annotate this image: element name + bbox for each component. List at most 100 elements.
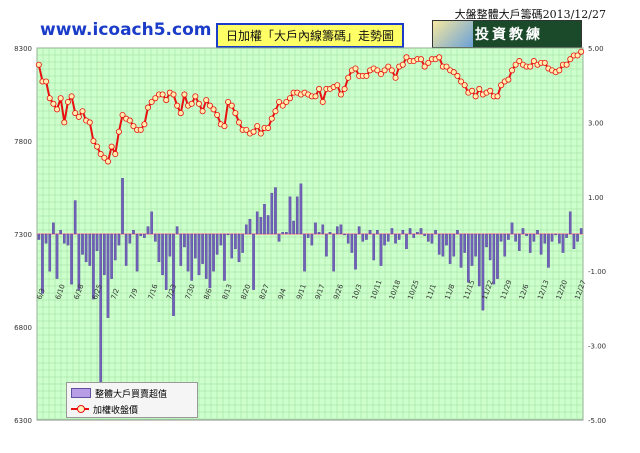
bar: [48, 233, 52, 272]
bar: [547, 233, 550, 268]
close-price-point: [43, 78, 50, 85]
bar: [121, 178, 124, 235]
close-price-point: [345, 74, 352, 81]
bar: [88, 233, 92, 266]
close-price-point: [145, 104, 152, 111]
bar: [335, 226, 339, 235]
close-price-point: [159, 91, 166, 98]
legend-item-line: 加權收盤價: [71, 402, 138, 416]
close-price-point: [487, 87, 494, 94]
y-left-tick-label: 8300: [14, 45, 32, 53]
close-price-point: [232, 110, 239, 117]
bar: [496, 233, 499, 279]
bar: [252, 233, 255, 290]
close-price-point: [257, 130, 264, 137]
bar: [441, 233, 445, 257]
close-price-point: [418, 56, 425, 63]
bar: [474, 233, 477, 257]
close-price-point: [108, 143, 115, 150]
bar: [350, 233, 354, 253]
bar: [434, 230, 437, 235]
bar: [459, 233, 463, 268]
bar: [244, 224, 248, 235]
bar: [288, 196, 292, 235]
close-price-point: [563, 61, 570, 68]
bar: [416, 231, 419, 235]
bar: [426, 233, 430, 242]
close-price-point: [461, 82, 468, 89]
bar: [514, 233, 517, 242]
close-price-point: [177, 110, 184, 117]
bar: [372, 233, 376, 261]
y-right-tick-label: 5.00: [588, 45, 604, 53]
bar: [357, 226, 361, 235]
bar: [532, 233, 536, 242]
bar: [507, 233, 510, 240]
close-price-point: [454, 72, 461, 79]
bar: [59, 230, 62, 235]
y-left-tick-label: 7800: [14, 138, 32, 146]
bar: [430, 233, 434, 244]
bar: [528, 233, 532, 253]
close-price-point: [265, 124, 272, 131]
bar: [386, 233, 390, 242]
close-price-point: [203, 97, 210, 104]
close-price-point: [104, 158, 111, 165]
bar: [437, 233, 441, 255]
bar: [99, 233, 103, 398]
bar: [226, 233, 230, 236]
bar: [139, 233, 143, 237]
bar: [234, 233, 237, 250]
close-price-point: [86, 119, 93, 126]
close-price-point: [57, 95, 64, 102]
y-left-tick-label: 7300: [14, 231, 32, 239]
bar: [70, 233, 73, 285]
legend-label-line: 加權收盤價: [93, 405, 139, 416]
y-left-tick-label: 6800: [14, 324, 32, 332]
close-price-point: [112, 151, 119, 158]
bar: [285, 231, 288, 235]
bar: [579, 228, 583, 235]
close-price-point: [250, 128, 257, 135]
close-price-point: [137, 126, 144, 133]
bar: [394, 233, 397, 244]
bar: [397, 233, 401, 240]
bar: [153, 233, 157, 242]
close-price-point: [50, 100, 57, 107]
bar: [215, 233, 219, 255]
close-price-point: [527, 63, 534, 70]
close-price-point: [316, 85, 323, 92]
bar: [292, 220, 295, 235]
bar: [44, 233, 48, 244]
close-price-point: [388, 67, 395, 74]
close-price-point: [35, 61, 42, 68]
bar: [183, 233, 186, 248]
close-price-point: [163, 97, 170, 104]
close-price-point: [68, 93, 75, 100]
bar: [467, 233, 470, 283]
close-price-point: [141, 121, 148, 128]
bar: [186, 233, 190, 272]
bar: [106, 233, 110, 318]
legend-swatch-bar: [71, 388, 91, 398]
bar: [405, 233, 408, 250]
bar: [408, 228, 412, 235]
y-right-tick-label: -5.00: [588, 417, 606, 425]
bar: [521, 228, 525, 235]
close-price-point: [210, 106, 217, 113]
bar: [310, 233, 314, 246]
close-price-point: [46, 95, 53, 102]
close-price-point: [319, 98, 326, 105]
bar: [572, 233, 576, 250]
bar: [448, 233, 452, 264]
legend: 整體大戶買賣超值 加權收盤價: [66, 382, 198, 418]
close-price-point: [64, 98, 71, 105]
bar: [95, 233, 99, 251]
bar: [401, 230, 405, 235]
close-price-point: [228, 102, 235, 109]
close-price-point: [272, 108, 279, 115]
bar: [306, 233, 310, 238]
bar: [237, 233, 241, 263]
close-price-point: [199, 108, 206, 115]
close-price-point: [268, 115, 275, 122]
